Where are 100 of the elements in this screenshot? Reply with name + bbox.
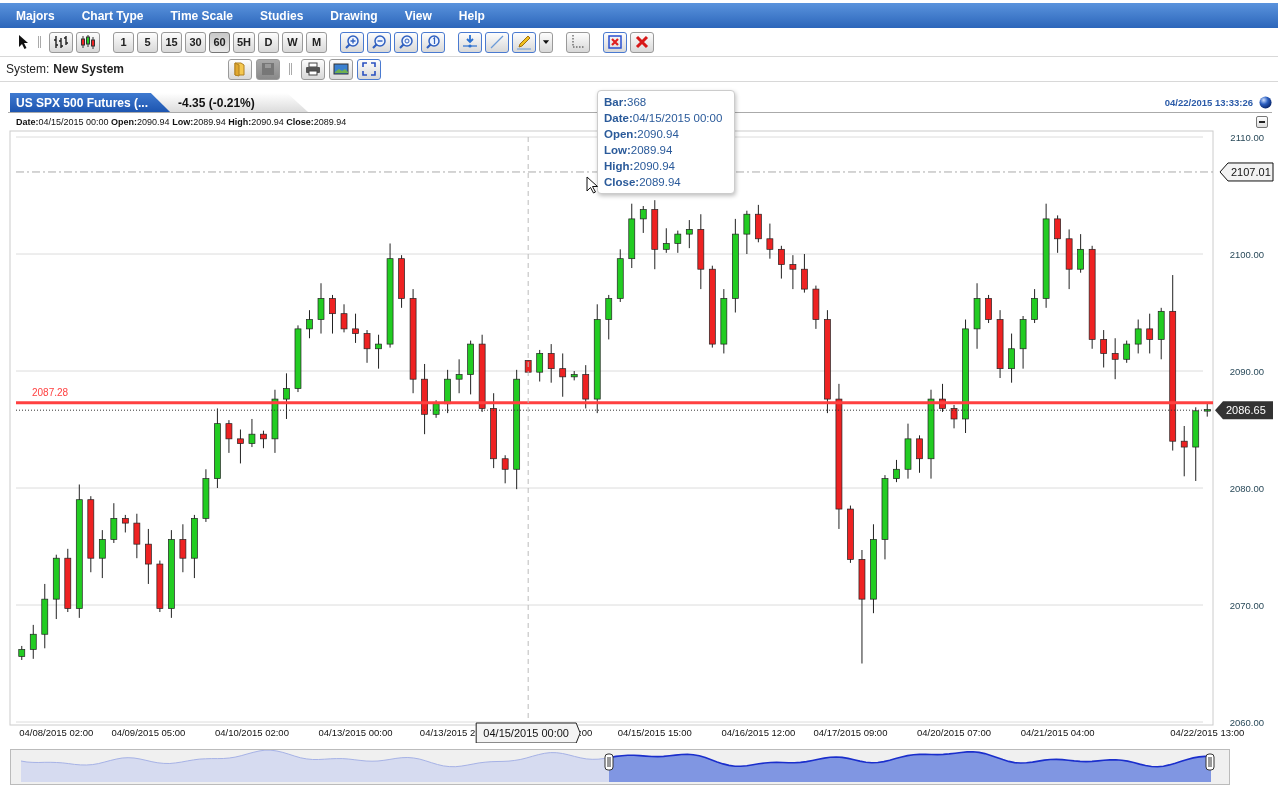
timeframe-button[interactable]: W (282, 31, 304, 53)
candlestick (1077, 233, 1084, 274)
timeframe-button[interactable]: M (306, 31, 328, 53)
bar-chart-icon (53, 34, 69, 50)
delete-selected-button[interactable] (603, 31, 628, 53)
range-handle[interactable] (1205, 753, 1215, 771)
fullscreen-button[interactable] (357, 58, 382, 80)
x-axis-label: 04/15/2015 15:00 (617, 727, 692, 738)
pencil-button[interactable] (512, 31, 537, 53)
candlestick (639, 205, 647, 234)
candlestick (294, 324, 302, 393)
candlestick (18, 645, 26, 661)
candlestick (398, 254, 405, 309)
candlestick (110, 502, 118, 544)
candlestick (133, 513, 141, 559)
timeframe-button[interactable]: D (258, 31, 280, 53)
y-axis-label: 2080.00 (1229, 483, 1264, 494)
candlestick (893, 459, 900, 483)
zoom-reset-button[interactable] (421, 31, 446, 53)
minimize-button[interactable] (1256, 116, 1268, 128)
candlestick (1065, 228, 1073, 290)
alert-line[interactable] (16, 401, 1213, 405)
zoom-out-button[interactable] (367, 31, 392, 53)
candlestick (98, 529, 106, 579)
candlestick-chart-button[interactable] (76, 31, 100, 53)
candlestick (847, 505, 854, 564)
x-axis-label: 04/10/2015 02:00 (214, 727, 289, 738)
candlestick (1123, 340, 1131, 364)
tooltip-line: High:2090.94 (604, 159, 676, 174)
menu-item[interactable]: Help (458, 8, 485, 23)
alert-price-label: 2087.28 (32, 386, 69, 398)
candlestick (605, 294, 613, 340)
delete-all-button[interactable] (630, 31, 655, 53)
trend-line-button[interactable] (485, 31, 510, 53)
candlestick (916, 434, 923, 474)
dropdown-button[interactable] (539, 31, 554, 53)
candlestick (582, 364, 590, 409)
candlestick (52, 554, 60, 620)
timeframe-button[interactable]: 1 (113, 31, 134, 53)
image-icon (333, 61, 350, 77)
candlestick (145, 528, 152, 585)
timeframe-button[interactable]: 5H (233, 31, 256, 53)
candlestick (1203, 402, 1211, 418)
candlestick (616, 248, 624, 303)
candlestick (467, 340, 474, 395)
menu-item[interactable]: Chart Type (81, 8, 144, 23)
timeframe-button[interactable]: 15 (161, 31, 182, 53)
crosshair-button[interactable] (566, 31, 591, 53)
pointer-tool-icon[interactable] (18, 34, 30, 50)
print-icon (305, 61, 322, 77)
y-axis-label: 2110.00 (1230, 132, 1264, 143)
candlestick (191, 514, 198, 579)
candlestick (536, 349, 544, 383)
print-button[interactable] (301, 58, 326, 80)
system-label: System: (6, 62, 50, 76)
x-axis-label: 04/09/2015 05:00 (111, 727, 186, 738)
image-button[interactable] (329, 58, 354, 80)
timeframe-button[interactable]: 5 (137, 31, 158, 53)
candlestick (29, 624, 37, 660)
candlestick (996, 309, 1004, 379)
zoom-fit-button[interactable] (394, 31, 419, 53)
candlestick (432, 399, 440, 419)
chart-tab[interactable]: US SPX 500 Futures (... (10, 93, 171, 112)
candlestick (1146, 313, 1154, 354)
candlestick (329, 294, 336, 335)
tooltip-line: Close:2089.94 (604, 175, 682, 190)
tooltip-line: Date:04/15/2015 00:00 (604, 111, 724, 126)
candlestick (1111, 337, 1119, 380)
candlestick (271, 389, 279, 454)
y-axis-label: 2090.00 (1229, 366, 1264, 377)
menu-item[interactable]: View (404, 8, 432, 23)
globe-icon[interactable] (1259, 96, 1272, 109)
open-button[interactable] (228, 58, 253, 80)
candlestick (674, 230, 682, 254)
timeframe-button[interactable]: 30 (185, 31, 206, 53)
zoom-in-button[interactable] (340, 31, 365, 53)
candlestick (1180, 425, 1188, 477)
candlestick (248, 418, 256, 448)
candlestick (628, 203, 636, 269)
bar-chart-button[interactable] (49, 31, 73, 53)
menu-item[interactable]: Majors (16, 8, 55, 23)
crosshair-icon (570, 34, 587, 50)
candlestick (179, 523, 187, 573)
candlestick (547, 343, 555, 384)
tooltip-line: Open:2090.94 (604, 127, 680, 142)
candlestick (743, 210, 751, 255)
zoom-in-icon (344, 34, 361, 50)
candlestick (985, 294, 992, 324)
menu-item[interactable]: Drawing (330, 8, 378, 23)
timeframe-button[interactable]: 60 (209, 31, 230, 53)
candlestick (64, 548, 72, 613)
arrow-down-line-button[interactable] (458, 31, 483, 53)
candlestick (812, 285, 820, 330)
menu-item[interactable]: Studies (259, 8, 304, 23)
x-axis-label: 04/22/2015 13:00 (1170, 727, 1245, 738)
menu-item[interactable]: Time Scale (170, 8, 233, 23)
range-handle[interactable] (604, 753, 614, 771)
ohlc-info: Date:04/15/2015 00:00 Open:2090.94 Low:2089.94 High:2090.94 Close:2089.94 (16, 117, 347, 127)
candlestick (766, 223, 774, 260)
x-axis-label: 04/08/2015 02:00 (19, 727, 94, 738)
